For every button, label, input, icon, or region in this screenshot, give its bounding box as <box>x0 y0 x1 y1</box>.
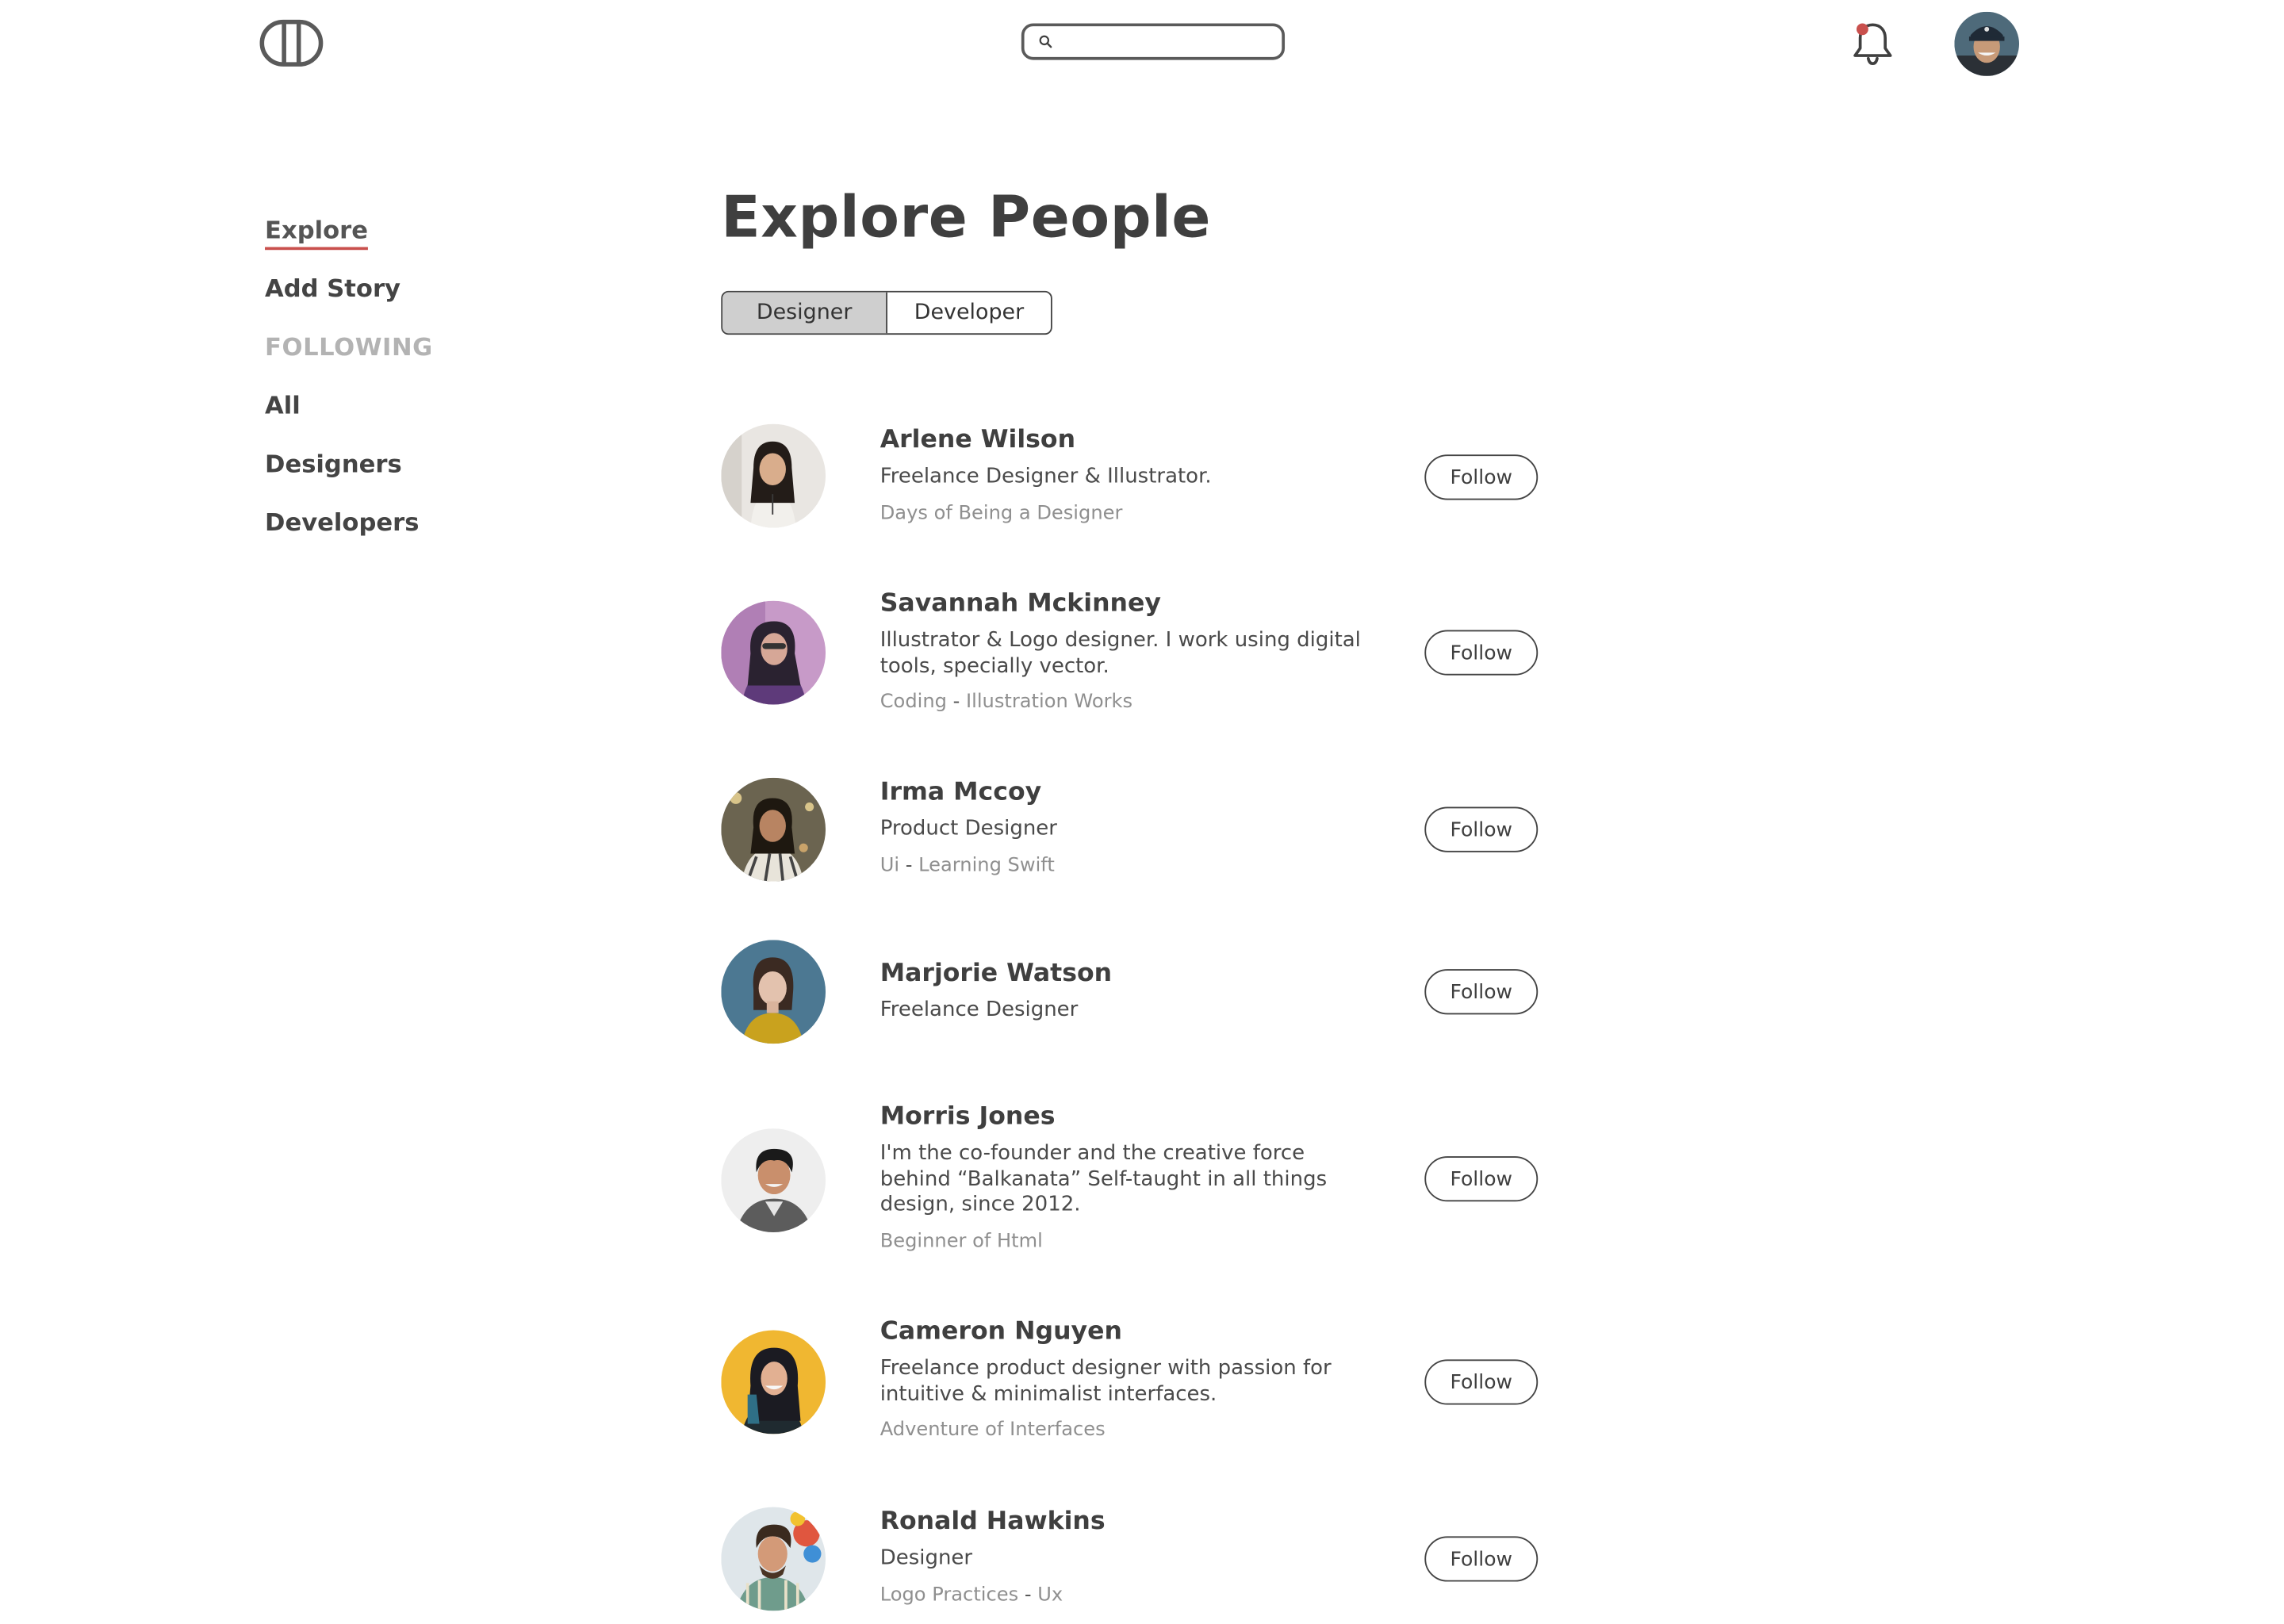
notification-bell-icon[interactable] <box>1850 19 1896 67</box>
logo-icon[interactable] <box>259 19 324 67</box>
person-name[interactable]: Arlene Wilson <box>880 424 1366 457</box>
follow-button[interactable]: Follow <box>1424 454 1539 500</box>
tag-link[interactable]: Learning Swift <box>918 854 1055 876</box>
sidebar-section-heading: FOLLOWING <box>265 333 433 362</box>
person-tags: Logo Practices - Ux <box>879 1584 1063 1606</box>
sidebar-item-all[interactable]: All <box>265 389 433 447</box>
person-tags: Coding - Illustration Works <box>879 691 1133 714</box>
person-name[interactable]: Ronald Hawkins <box>880 1506 1366 1538</box>
sidebar-item-label: All <box>265 392 301 420</box>
sidebar-item-developers[interactable]: Developers <box>265 506 433 565</box>
app-window: Explore Add Story FOLLOWING All Designer… <box>0 0 2284 1624</box>
person-tags: Beginner of Html <box>880 1228 1366 1253</box>
follow-button[interactable]: Follow <box>1424 1359 1539 1405</box>
person-bio: Illustrator & Logo designer. I work usin… <box>879 628 1361 678</box>
person-name[interactable]: Cameron Nguyen <box>880 1316 1366 1348</box>
sidebar-item-explore[interactable]: Explore <box>265 213 433 272</box>
sidebar-item-label: Developers <box>265 508 420 537</box>
person-name[interactable]: Morris Jones <box>880 1101 1366 1133</box>
tag-link[interactable]: Beginner of Html <box>880 1230 1043 1252</box>
person-bio: Designer <box>879 1546 973 1570</box>
person-name[interactable]: Irma Mccoy <box>880 776 1366 809</box>
person-name[interactable]: Savannah Mckinney <box>880 588 1366 620</box>
person-tags: Adventure of Interfaces <box>880 1418 1366 1442</box>
tag-link[interactable]: Logo Practices <box>880 1584 1018 1606</box>
person-avatar[interactable] <box>721 940 826 1044</box>
sidebar-item-label: Explore <box>265 215 369 251</box>
person-bio: Product Designer <box>879 817 1057 841</box>
follow-button[interactable]: Follow <box>1424 1536 1539 1582</box>
person-bio: Freelance product designer with passion … <box>879 1356 1332 1406</box>
person-bio: Freelance Designer <box>879 998 1079 1022</box>
sidebar-item-add-story[interactable]: Add Story <box>265 272 433 331</box>
person-info: Arlene Wilson Freelance Designer & Illus… <box>880 424 1366 526</box>
tab-developer[interactable]: Developer <box>886 292 1051 334</box>
tag-link[interactable]: Adventure of Interfaces <box>880 1419 1106 1442</box>
tag-link[interactable]: Ui <box>880 854 899 876</box>
person-avatar[interactable] <box>721 423 826 528</box>
follow-button[interactable]: Follow <box>1424 806 1539 852</box>
person-info: Cameron Nguyen Freelance product designe… <box>880 1316 1366 1442</box>
category-tabs: Designer Developer <box>721 290 1052 335</box>
sidebar-item-designers[interactable]: Designers <box>265 447 433 506</box>
sidebar-item-label: Designers <box>265 450 402 478</box>
search-bar[interactable] <box>1021 23 1286 60</box>
sidebar: Explore Add Story FOLLOWING All Designer… <box>265 213 433 564</box>
person-avatar[interactable] <box>721 1507 826 1611</box>
tag-link[interactable]: Coding <box>880 691 947 714</box>
person-name[interactable]: Marjorie Watson <box>880 957 1366 990</box>
person-info: Morris Jones I'm the co-founder and the … <box>880 1101 1366 1254</box>
person-avatar[interactable] <box>721 600 826 705</box>
person-avatar[interactable] <box>721 777 826 882</box>
person-avatar[interactable] <box>721 1128 826 1232</box>
search-icon <box>1039 35 1052 48</box>
person-info: Ronald Hawkins Designer Logo Practices -… <box>880 1506 1366 1607</box>
tag-link[interactable]: Days of Being a Designer <box>880 502 1123 524</box>
person-info: Irma Mccoy Product Designer Ui - Learnin… <box>880 776 1366 878</box>
page-title: Explore People <box>721 186 1212 252</box>
tag-link[interactable]: Ux <box>1037 1584 1063 1606</box>
follow-button[interactable]: Follow <box>1424 630 1539 676</box>
person-avatar[interactable] <box>721 1330 826 1434</box>
person-info: Savannah Mckinney Illustrator & Logo des… <box>880 588 1366 714</box>
follow-button[interactable]: Follow <box>1424 969 1539 1015</box>
search-input[interactable] <box>1060 28 1282 56</box>
notification-badge <box>1856 23 1868 36</box>
sidebar-item-label: Add Story <box>265 274 401 303</box>
person-tags: Ui - Learning Swift <box>879 854 1055 877</box>
person-info: Marjorie Watson Freelance Designer <box>880 957 1366 1024</box>
person-tags: Days of Being a Designer <box>880 500 1366 525</box>
person-bio: I'm the co-founder and the creative forc… <box>879 1141 1328 1216</box>
user-avatar[interactable] <box>1954 11 2020 76</box>
person-bio: Freelance Designer & Illustrator. <box>879 465 1212 488</box>
tab-designer[interactable]: Designer <box>722 292 887 334</box>
follow-button[interactable]: Follow <box>1424 1156 1539 1202</box>
tag-link[interactable]: Illustration Works <box>966 691 1132 714</box>
